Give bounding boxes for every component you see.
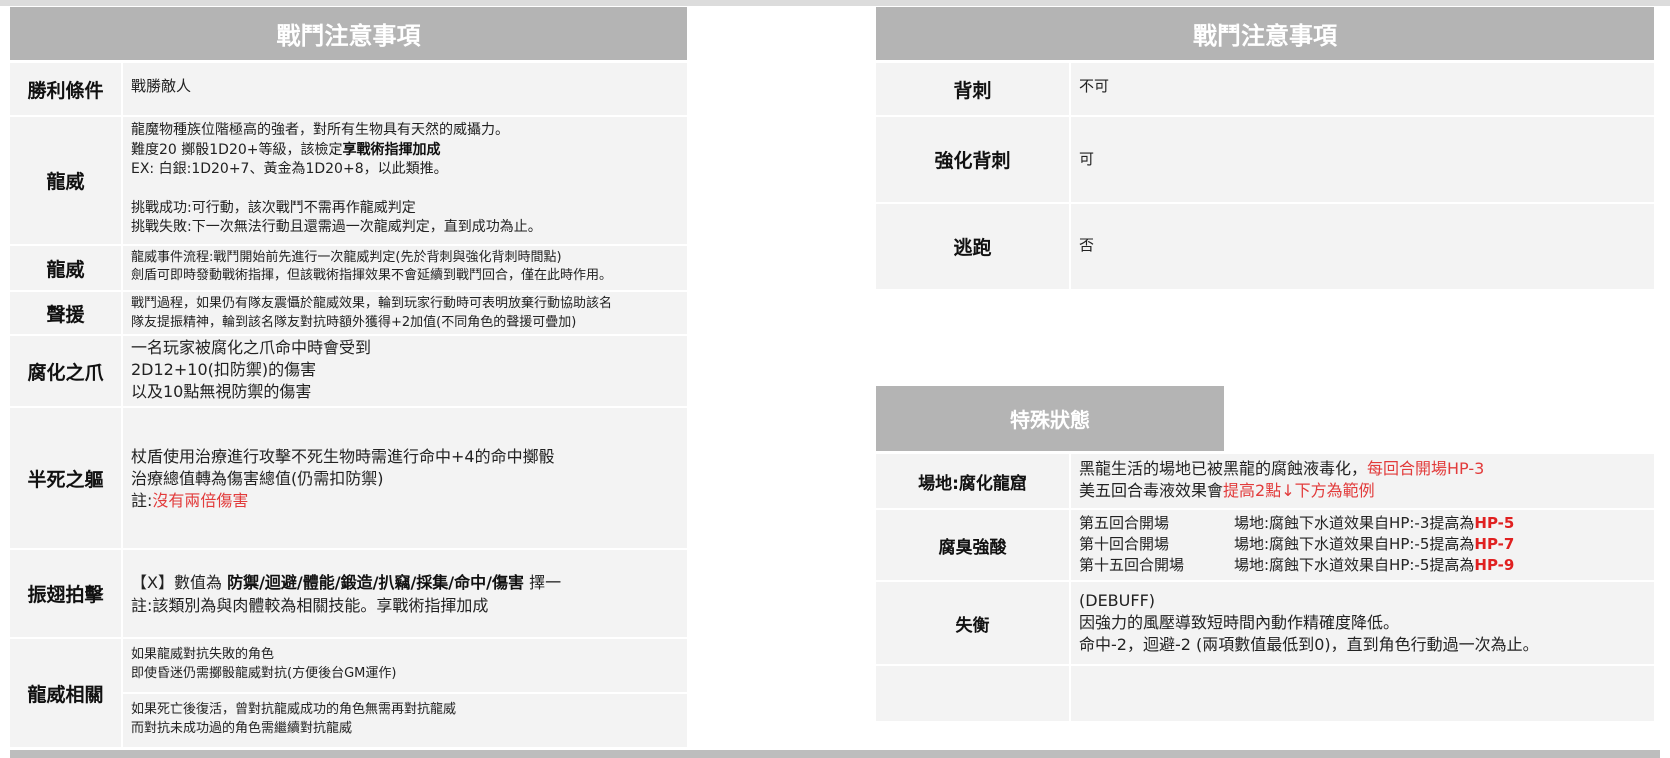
- support-line: 隊友提振精神，輪到該名隊友對抗時額外獲得+2加值(不同角色的聲援可疊加): [131, 315, 577, 330]
- victory-text: 戰勝敵人: [131, 77, 192, 95]
- support-line: 戰鬥過程，如果仍有隊友震懾於龍威效果，輪到玩家行動時可表明放棄行動協助該名: [131, 296, 613, 311]
- flow-line: 劍盾可即時發動戰術指揮，但該戰術指揮效果不會延續到戰鬥回合，僅在此時作用。: [131, 268, 613, 283]
- claw-line: 一名玩家被腐化之爪命中時會受到: [131, 338, 372, 357]
- row-label-corrupt-claw: 腐化之爪: [10, 336, 121, 406]
- row-value-support: 戰鬥過程，如果仍有隊友震懾於龍威效果，輪到玩家行動時可表明放棄行動協助該名 隊友…: [123, 292, 687, 334]
- top-divider: [0, 0, 1670, 6]
- row-value-empty: [1071, 666, 1654, 721]
- acid-line: 第五回合開場 場地:腐蝕下水道效果自HP:-3提高為HP-5: [1079, 514, 1515, 532]
- lair-line: 黑龍生活的場地已被黑龍的腐蝕液毒化，每回合開場HP-3: [1079, 459, 1485, 478]
- awe-related-line: 如果死亡後復活，曾對抗龍威成功的角色無需再對抗龍威: [131, 702, 457, 717]
- wing-line: 註:該類別為與肉體較為相關技能。享戰術指揮加成: [131, 596, 489, 615]
- row-label-acid: 腐臭強酸: [876, 510, 1069, 580]
- awe-line: 挑戰成功:可行動，該次戰鬥不需再作龍威判定: [131, 199, 416, 216]
- acid-line: 第十回合開場 場地:腐蝕下水道效果自HP:-5提高為HP-7: [1079, 535, 1515, 553]
- wing-line: 【X】數值為 防禦/迴避/體能/鍛造/扒竊/採集/命中/傷害 擇一: [131, 573, 562, 592]
- row-value-escape: 否: [1071, 204, 1654, 289]
- row-value-awe-related-b: 如果死亡後復活，曾對抗龍威成功的角色無需再對抗龍威 而對抗未成功過的角色需繼續對…: [123, 694, 687, 747]
- halfdead-line: 註:沒有兩倍傷害: [131, 491, 249, 510]
- right-table-header: 戰鬥注意事項: [876, 7, 1654, 60]
- row-label-victory: 勝利條件: [10, 63, 121, 115]
- row-label-empty: [876, 666, 1069, 721]
- claw-line: 2D12+10(扣防禦)的傷害: [131, 360, 317, 379]
- row-value-acid: 第五回合開場 場地:腐蝕下水道效果自HP:-3提高為HP-5 第十回合開場 場地:腐…: [1071, 510, 1654, 580]
- imbalance-line: (DEBUFF): [1079, 591, 1156, 610]
- awe-line: EX: 白銀:1D20+7、黃金為1D20+8，以此類推。: [131, 161, 448, 177]
- row-label-dragon-awe: 龍威: [10, 117, 121, 244]
- claw-line: 以及10點無視防禦的傷害: [131, 382, 312, 401]
- awe-related-line: 即使昏迷仍需擲骰龍威對抗(方便後台GM運作): [131, 666, 397, 681]
- halfdead-line: 治療總值轉為傷害總值(仍需扣防禦): [131, 469, 384, 488]
- imbalance-line: 因強力的風壓導致短時間內動作精確度降低。: [1079, 613, 1400, 632]
- flow-line: 龍威事件流程:戰鬥開始前先進行一次龍威判定(先於背刺與強化背刺時間點): [131, 250, 562, 265]
- row-value-victory: 戰勝敵人: [123, 63, 687, 115]
- row-value-corrupt-claw: 一名玩家被腐化之爪命中時會受到 2D12+10(扣防禦)的傷害 以及10點無視防…: [123, 336, 687, 406]
- row-value-backstab: 不可: [1071, 63, 1654, 115]
- halfdead-line: 杖盾使用治療進行攻擊不死生物時需進行命中+4的命中擲骰: [131, 447, 555, 466]
- row-label-enhanced-backstab: 強化背刺: [876, 117, 1069, 202]
- left-table-header: 戰鬥注意事項: [10, 7, 687, 60]
- row-value-dragon-awe: 龍魔物種族位階極高的強者，對所有生物具有天然的威攝力。 難度20 擲骰1D20+…: [123, 117, 687, 244]
- lair-line: 美五回合毒液效果會提高2點↓下方為範例: [1079, 481, 1375, 500]
- awe-spacer: [131, 180, 687, 199]
- row-value-half-dead: 杖盾使用治療進行攻擊不死生物時需進行命中+4的命中擲骰 治療總值轉為傷害總值(仍…: [123, 408, 687, 548]
- awe-line: 挑戰失敗:下一次無法行動且還需過一次龍威判定，直到成功為止。: [131, 219, 542, 235]
- row-label-awe-related: 龍威相關: [10, 639, 121, 747]
- awe-related-line: 而對抗未成功過的角色需繼續對抗龍威: [131, 721, 353, 736]
- row-label-corrupted-lair: 場地:腐化龍窟: [876, 454, 1069, 508]
- row-label-dragon-awe-flow: 龍威: [10, 246, 121, 290]
- row-label-escape: 逃跑: [876, 204, 1069, 289]
- awe-line: 難度20 擲骰1D20+等級，該檢定享戰術指揮加成: [131, 141, 441, 158]
- row-value-wing-slam: 【X】數值為 防禦/迴避/體能/鍛造/扒竊/採集/命中/傷害 擇一 註:該類別為…: [123, 550, 687, 637]
- special-status-header: 特殊狀態: [876, 386, 1224, 451]
- row-value-awe-related-a: 如果龍威對抗失敗的角色 即使昏迷仍需擲骰龍威對抗(方便後台GM運作): [123, 639, 687, 692]
- row-label-imbalance: 失衡: [876, 582, 1069, 664]
- row-label-support: 聲援: [10, 292, 121, 334]
- row-value-enhanced-backstab: 可: [1071, 117, 1654, 202]
- bottom-header-strip: [10, 750, 1660, 758]
- row-value-dragon-awe-flow: 龍威事件流程:戰鬥開始前先進行一次龍威判定(先於背刺與強化背刺時間點) 劍盾可即…: [123, 246, 687, 290]
- row-label-wing-slam: 振翅拍擊: [10, 550, 121, 637]
- awe-line: 龍魔物種族位階極高的強者，對所有生物具有天然的威攝力。: [131, 122, 509, 138]
- row-value-corrupted-lair: 黑龍生活的場地已被黑龍的腐蝕液毒化，每回合開場HP-3 美五回合毒液效果會提高2…: [1071, 454, 1654, 508]
- awe-related-line: 如果龍威對抗失敗的角色: [131, 647, 275, 662]
- row-label-backstab: 背刺: [876, 63, 1069, 115]
- row-label-half-dead: 半死之軀: [10, 408, 121, 548]
- imbalance-line: 命中-2，迴避-2 (兩項數值最低到0)，直到角色行動過一次為止。: [1079, 635, 1539, 654]
- acid-line: 第十五回合開場 場地:腐蝕下水道效果自HP:-5提高為HP-9: [1079, 556, 1515, 574]
- row-value-imbalance: (DEBUFF) 因強力的風壓導致短時間內動作精確度降低。 命中-2，迴避-2 …: [1071, 582, 1654, 664]
